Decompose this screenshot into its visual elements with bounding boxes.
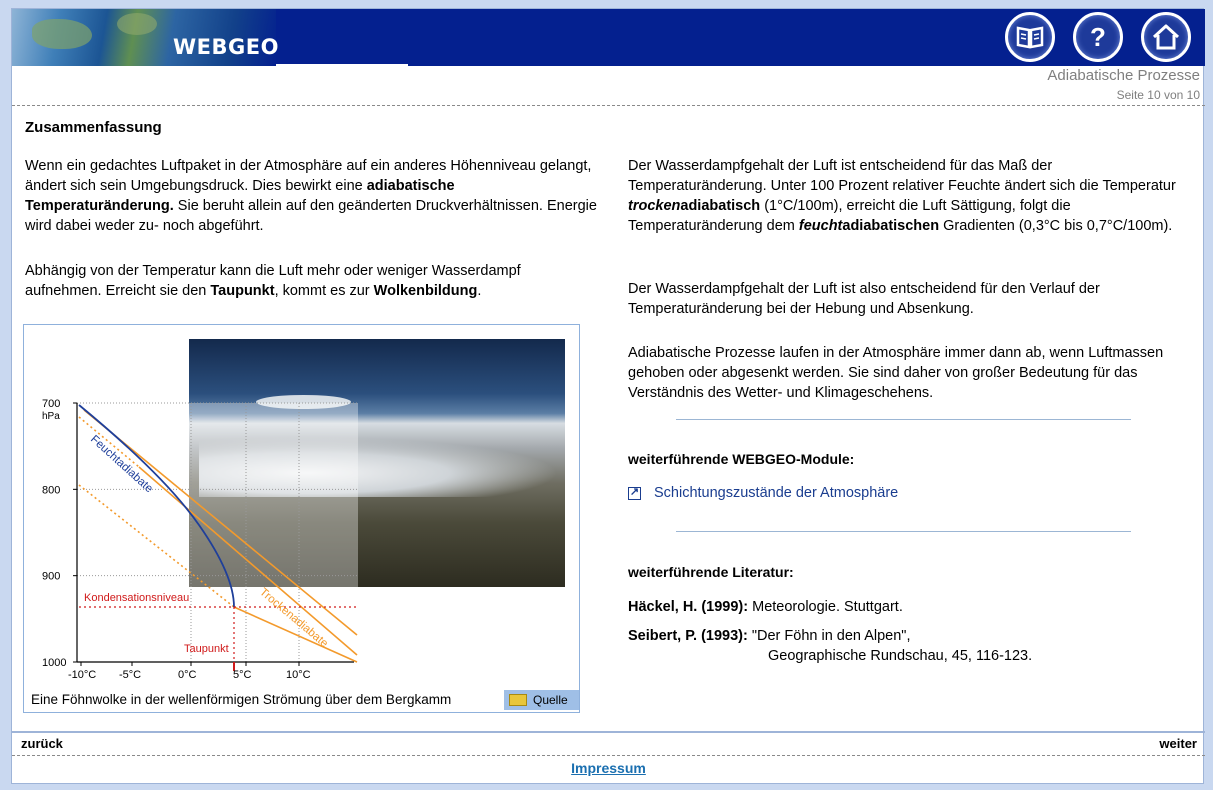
back-link[interactable]: zurück <box>21 736 63 751</box>
topic-title: Adiabatische Prozesse <box>1047 67 1200 84</box>
foehn-figure: 700 800 900 1000 hPa -10°C -5°C 0°C 5°C 10°C Feuch… <box>23 324 580 713</box>
page-indicator: Seite 10 von 10 <box>1116 88 1200 102</box>
dry-adiabat-line <box>138 466 358 656</box>
paragraph-adiabatic: Wenn ein gedachtes Luftpaket in der Atmo… <box>25 156 600 236</box>
x-tick-label: 5°C <box>233 669 252 681</box>
next-link[interactable]: weiter <box>1159 736 1197 751</box>
y-tick-label: 800 <box>42 484 60 496</box>
logo-text: WEBGEO <box>173 35 279 59</box>
x-tick-label: 0°C <box>178 669 197 681</box>
text-run: adiabatisch <box>680 198 761 214</box>
literature-title: Meteorologie. Stuttgart. <box>748 599 903 615</box>
page-frame: WEBGEO ? Adiabatische Prozesse Seite 10 … <box>11 8 1205 784</box>
modules-heading: weiterführende WEBGEO-Module: <box>628 451 855 467</box>
help-button[interactable]: ? <box>1073 12 1123 62</box>
text-run: feucht <box>798 218 843 234</box>
paragraph-dewpoint: Abhängig von der Temperatur kann die Luf… <box>25 261 600 301</box>
question-icon: ? <box>1090 21 1106 52</box>
text-run: , kommt es zur <box>274 283 374 299</box>
y-tick-label: 700 <box>42 398 60 410</box>
book-icon <box>1016 26 1044 49</box>
text-run: adiabatischen <box>842 218 940 234</box>
paragraph-water-vapour: Der Wasserdampfgehalt der Luft ist entsc… <box>628 156 1188 236</box>
impressum-link[interactable]: Impressum <box>12 760 1205 776</box>
literature-entry: Seibert, P. (1993): "Der Föhn in den Alp… <box>628 626 1032 666</box>
x-tick-label: -10°C <box>68 669 96 681</box>
literature-entry: Häckel, H. (1999): Meteorologie. Stuttga… <box>628 597 903 617</box>
home-button[interactable] <box>1141 12 1191 62</box>
header-bar: WEBGEO ? <box>12 9 1205 66</box>
adiabat-diagram: 7008009001000hPa-10°C -5°C 0°C 5°C 10°CFeuch… <box>42 398 359 681</box>
literature-heading: weiterführende Literatur: <box>628 564 794 580</box>
y-tick-label: 1000 <box>42 657 66 669</box>
paragraph-lifting: Der Wasserdampfgehalt der Luft ist also … <box>628 281 1100 317</box>
text-run: Taupunkt <box>210 283 275 299</box>
x-tick-label: -5°C <box>119 669 141 681</box>
moist-adiabat-line <box>78 404 235 608</box>
literature-detail: Geographische Rundschau, 45, 116-123. <box>768 648 1033 664</box>
text-run: Wenn ein gedachtes Luftpaket in der Atmo… <box>25 158 592 194</box>
page-title: Zusammenfassung <box>25 119 162 136</box>
external-link-icon: ↗ <box>628 485 641 500</box>
separator <box>676 419 1131 420</box>
logo-map-shape <box>117 13 157 35</box>
text-run: Gradienten (0,3°C bis 0,7°C/100m). <box>939 218 1173 234</box>
divider <box>12 105 1205 106</box>
webgeo-logo[interactable]: WEBGEO <box>12 9 279 66</box>
glossary-button[interactable] <box>1005 12 1055 62</box>
paragraph-importance: Adiabatische Prozesse laufen in der Atmo… <box>628 345 1164 401</box>
text-run: trocken <box>628 198 681 214</box>
x-tick-label: 10°C <box>286 669 311 681</box>
literature-title: "Der Föhn in den Alpen", <box>747 628 911 644</box>
divider <box>12 755 1205 756</box>
dry-adiabat-dotted-line <box>78 484 235 608</box>
module-link[interactable]: ↗ Schichtungszustände der Atmosphäre <box>628 485 898 501</box>
dewpoint-label: Taupunkt <box>184 643 229 655</box>
literature-author: Häckel, H. (1999): <box>628 599 749 615</box>
figure-caption: Eine Föhnwolke in der wellenförmigen Str… <box>31 692 452 707</box>
logo-map-shape <box>32 19 92 49</box>
text-run: Wolkenbildung <box>373 283 478 299</box>
module-link-label[interactable]: Schichtungszustände der Atmosphäre <box>654 485 898 501</box>
dry-adiabat-label: Trockenadiabate <box>257 586 330 650</box>
source-label: Quelle <box>533 693 568 707</box>
separator <box>676 531 1131 532</box>
literature-author: Seibert, P. (1993): <box>628 628 748 644</box>
nav-bar <box>12 731 1205 754</box>
text-run: . <box>477 283 482 299</box>
home-icon <box>1152 24 1180 50</box>
header-underline <box>276 64 408 67</box>
book-icon <box>509 694 527 706</box>
text-run: Der Wasserdampfgehalt der Luft ist entsc… <box>628 158 1176 194</box>
y-unit-label: hPa <box>42 411 60 422</box>
source-button[interactable]: Quelle <box>504 690 579 710</box>
y-tick-label: 900 <box>42 571 60 583</box>
condensation-level-label: Kondensationsniveau <box>84 592 189 604</box>
